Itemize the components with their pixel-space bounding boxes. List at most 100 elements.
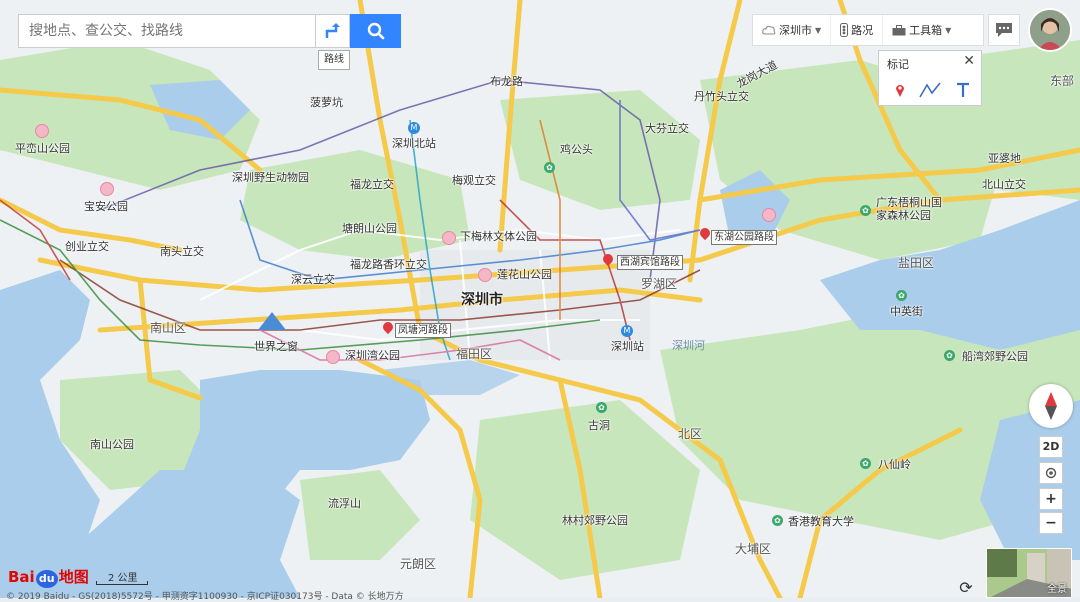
blossom-icon <box>762 208 776 222</box>
traffic-label: 路况 <box>851 24 874 37</box>
top-toolbar: 深圳市 ▼ 路况 工具箱 ▼ <box>752 14 984 46</box>
close-icon[interactable]: ✕ <box>963 53 975 69</box>
toolbox-icon <box>892 24 906 35</box>
road-label: 布龙路 <box>490 75 523 88</box>
place-label: 福龙立交 <box>350 178 394 191</box>
place-label: 香港教育大学 <box>788 515 854 528</box>
mark-panel-title: 标记 <box>887 58 909 71</box>
district-label: 元朗区 <box>400 557 437 571</box>
place-label: 北山立交 <box>982 178 1026 191</box>
city-label: 深圳市 <box>779 24 812 37</box>
toolbox-button[interactable]: 工具箱 ▼ <box>883 15 960 45</box>
place-label: 鸡公头 <box>560 143 593 156</box>
place-label: 福龙路香环立交 <box>350 258 427 271</box>
place-label: 中英街 <box>890 305 923 318</box>
logo-bai: Bai <box>8 568 35 586</box>
district-label: 南山区 <box>150 321 187 335</box>
polyline-icon <box>919 82 941 98</box>
logo-ditu: 地图 <box>58 568 89 586</box>
traffic-button[interactable]: 路况 <box>831 15 884 45</box>
place-label: 南山公园 <box>90 438 134 451</box>
park-icon: ✿ <box>772 515 783 526</box>
park-icon: ✿ <box>544 162 555 173</box>
metro-station-icon: M <box>621 325 633 337</box>
park-icon: ✿ <box>944 350 955 361</box>
toolbox-label: 工具箱 <box>909 24 943 37</box>
place-label: 八仙岭 <box>878 458 911 471</box>
place-label: 流浮山 <box>328 497 361 510</box>
place-label: 世界之窗 <box>254 340 298 353</box>
blossom-icon <box>100 182 114 196</box>
scale-bar: 2 公里 <box>96 571 148 585</box>
chevron-down-icon: ▼ <box>815 25 822 35</box>
place-label: 古洞 <box>588 419 610 432</box>
panorama-thumbnail[interactable]: 全景 <box>986 548 1072 598</box>
logo-du: du <box>35 570 58 588</box>
cloud-icon <box>762 25 776 35</box>
district-label: 盐田区 <box>898 256 935 270</box>
route-tooltip: 路线 <box>318 50 350 70</box>
city-label: 深圳市 <box>461 292 503 308</box>
river-label: 深圳河 <box>672 339 705 352</box>
park-icon: ✿ <box>860 458 871 469</box>
panorama-label: 全景 <box>1047 584 1067 595</box>
district-label: 大埔区 <box>735 542 772 556</box>
copyright-text: © 2019 Baidu - GS(2018)5572号 - 甲测资字11009… <box>6 592 404 602</box>
search-box[interactable] <box>18 14 316 48</box>
place-label: 深圳北站 <box>392 137 436 150</box>
zoom-out-button[interactable]: − <box>1039 512 1063 534</box>
pin-label[interactable]: 西湖宾馆路段 <box>617 255 683 270</box>
mark-panel: 标记 ✕ <box>878 50 982 106</box>
search-icon <box>367 22 384 40</box>
rotate-icon[interactable]: ⟳ <box>956 578 976 598</box>
district-label: 罗湖区 <box>641 277 678 291</box>
place-label: 宝安公园 <box>84 200 128 213</box>
traffic-light-icon <box>840 23 849 37</box>
place-label: 广东梧桐山国家森林公园 <box>876 196 942 222</box>
place-label: 深圳站 <box>611 340 644 353</box>
place-label: 深圳湾公园 <box>345 349 400 362</box>
place-label: 平峦山公园 <box>15 142 70 155</box>
district-label: 东部 <box>1050 74 1075 88</box>
mark-point-tool[interactable] <box>889 79 911 101</box>
route-button[interactable] <box>316 14 350 48</box>
text-icon <box>957 82 969 97</box>
chevron-down-icon: ▼ <box>945 25 952 35</box>
blossom-icon <box>35 124 49 138</box>
pin-icon <box>896 85 904 97</box>
mark-line-tool[interactable] <box>917 79 943 101</box>
place-label: 深圳野生动物园 <box>232 171 309 184</box>
view-2d-button[interactable]: 2D <box>1039 436 1063 458</box>
baidu-map-logo[interactable]: Bai du 地图 <box>8 566 89 588</box>
search-button[interactable] <box>350 14 401 48</box>
locate-icon <box>1045 467 1057 479</box>
park-icon: ✿ <box>896 290 907 301</box>
compass-icon <box>1045 392 1057 420</box>
route-icon <box>325 23 340 38</box>
place-label: 船湾郊野公园 <box>962 350 1028 363</box>
place-label: 大芬立交 <box>645 122 689 135</box>
chat-icon <box>996 23 1012 37</box>
metro-station-icon: M <box>408 122 420 134</box>
message-button[interactable] <box>988 14 1020 46</box>
place-label: 梅观立交 <box>452 174 496 187</box>
zoom-in-button[interactable]: + <box>1039 488 1063 510</box>
locate-button[interactable] <box>1039 462 1063 484</box>
avatar[interactable] <box>1028 8 1072 52</box>
place-label: 塘朗山公园 <box>342 222 397 235</box>
district-label: 福田区 <box>456 347 493 361</box>
blossom-icon <box>442 231 456 245</box>
place-label: 深云立交 <box>291 273 335 286</box>
pin-label[interactable]: 东湖公园路段 <box>711 230 777 245</box>
place-label: 亚婆地 <box>988 152 1021 165</box>
city-selector[interactable]: 深圳市 ▼ <box>753 15 832 45</box>
compass-control[interactable] <box>1029 384 1073 428</box>
mark-text-tool[interactable] <box>951 79 975 101</box>
blossom-icon <box>478 268 492 282</box>
park-icon: ✿ <box>860 205 871 216</box>
search-input[interactable] <box>27 15 311 47</box>
pin-label[interactable]: 凤塘河路段 <box>395 323 451 338</box>
place-label: 南头立交 <box>160 245 204 258</box>
place-label: 下梅林文体公园 <box>460 230 537 243</box>
place-label: 菠萝坑 <box>310 96 343 109</box>
